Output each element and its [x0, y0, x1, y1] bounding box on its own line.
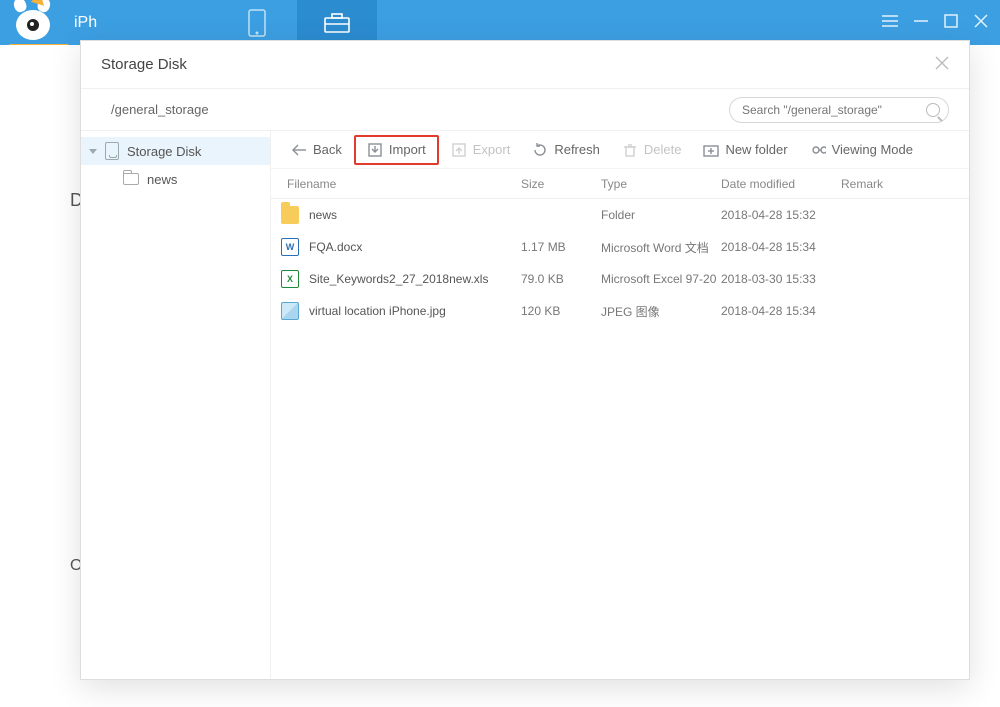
viewing-mode-button[interactable]: Viewing Mode — [800, 138, 923, 162]
storage-disk-dialog: Storage Disk /general_storage Storage Di… — [80, 40, 970, 680]
back-button[interactable]: Back — [281, 138, 352, 162]
file-size: 120 KB — [521, 304, 601, 318]
delete-button[interactable]: Delete — [612, 138, 692, 162]
col-size[interactable]: Size — [521, 177, 601, 191]
file-name: virtual location iPhone.jpg — [309, 304, 521, 318]
menu-icon[interactable] — [882, 11, 898, 34]
file-date: 2018-04-28 15:34 — [721, 304, 841, 318]
file-type: Microsoft Excel 97-20 — [601, 272, 721, 286]
import-button[interactable]: Import — [357, 138, 436, 162]
maximize-icon[interactable] — [944, 11, 958, 34]
col-filename[interactable]: Filename — [281, 177, 521, 191]
refresh-button[interactable]: Refresh — [522, 138, 610, 162]
import-icon — [367, 142, 383, 158]
folder-icon — [281, 206, 299, 224]
file-size: 79.0 KB — [521, 272, 601, 286]
refresh-icon — [532, 142, 548, 158]
search-box[interactable] — [729, 97, 949, 123]
new-folder-button[interactable]: New folder — [693, 138, 797, 162]
current-path: /general_storage — [111, 102, 209, 117]
trash-icon — [622, 142, 638, 158]
app-titlebar: Premium iPh — [0, 0, 1000, 45]
col-date[interactable]: Date modified — [721, 177, 841, 191]
table-row[interactable]: Site_Keywords2_27_2018new.xls79.0 KBMicr… — [271, 263, 969, 295]
file-size: 1.17 MB — [521, 240, 601, 254]
tab-toolbox[interactable] — [297, 0, 377, 45]
table-row[interactable]: FQA.docx1.17 MBMicrosoft Word 文档2018-04-… — [271, 231, 969, 263]
export-button[interactable]: Export — [441, 138, 521, 162]
col-remark[interactable]: Remark — [841, 177, 959, 191]
export-icon — [451, 142, 467, 158]
search-icon — [926, 103, 940, 117]
import-highlight: Import — [354, 135, 439, 165]
file-name: FQA.docx — [309, 240, 521, 254]
tree-root-storage-disk[interactable]: Storage Disk — [81, 137, 270, 165]
table-row[interactable]: virtual location iPhone.jpg120 KBJPEG 图像… — [271, 295, 969, 327]
viewing-mode-icon — [810, 142, 826, 158]
file-date: 2018-04-28 15:32 — [721, 208, 841, 222]
xls-icon — [281, 270, 299, 288]
chevron-down-icon — [89, 149, 97, 154]
folder-icon — [123, 173, 139, 185]
toolbox-icon — [322, 11, 352, 35]
table-row[interactable]: news Folder2018-04-28 15:32 — [271, 199, 969, 231]
search-input[interactable] — [742, 103, 926, 117]
tree-item-label: news — [147, 172, 177, 187]
file-date: 2018-04-28 15:34 — [721, 240, 841, 254]
toolbar: Back Import Export Refresh — [271, 131, 969, 169]
file-panel: Back Import Export Refresh — [271, 131, 969, 679]
close-icon[interactable] — [974, 11, 988, 34]
tree-item-news[interactable]: news — [81, 165, 270, 193]
new-folder-icon — [703, 142, 719, 158]
storage-disk-icon — [105, 142, 119, 160]
folder-tree: Storage Disk news — [81, 131, 271, 679]
tab-phone[interactable] — [217, 0, 297, 45]
file-type: JPEG 图像 — [601, 303, 721, 320]
phone-icon — [247, 8, 267, 38]
dialog-title: Storage Disk — [101, 56, 187, 73]
dialog-header: Storage Disk — [81, 41, 969, 89]
tree-root-label: Storage Disk — [127, 144, 201, 159]
img-icon — [281, 302, 299, 320]
file-type: Folder — [601, 208, 721, 222]
back-arrow-icon — [291, 142, 307, 158]
app-name-fragment: iPh — [74, 14, 97, 32]
table-header: Filename Size Type Date modified Remark — [271, 169, 969, 199]
dialog-close-icon[interactable] — [935, 54, 949, 75]
file-rows: news Folder2018-04-28 15:32 FQA.docx1.17 M… — [271, 199, 969, 327]
file-type: Microsoft Word 文档 — [601, 239, 721, 256]
path-bar: /general_storage — [81, 89, 969, 131]
col-type[interactable]: Type — [601, 177, 721, 191]
file-name: news — [309, 208, 521, 222]
app-logo: Premium — [8, 0, 68, 45]
doc-icon — [281, 238, 299, 256]
file-date: 2018-03-30 15:33 — [721, 272, 841, 286]
minimize-icon[interactable] — [914, 11, 928, 34]
header-tabs — [217, 0, 377, 45]
file-name: Site_Keywords2_27_2018new.xls — [309, 272, 521, 286]
